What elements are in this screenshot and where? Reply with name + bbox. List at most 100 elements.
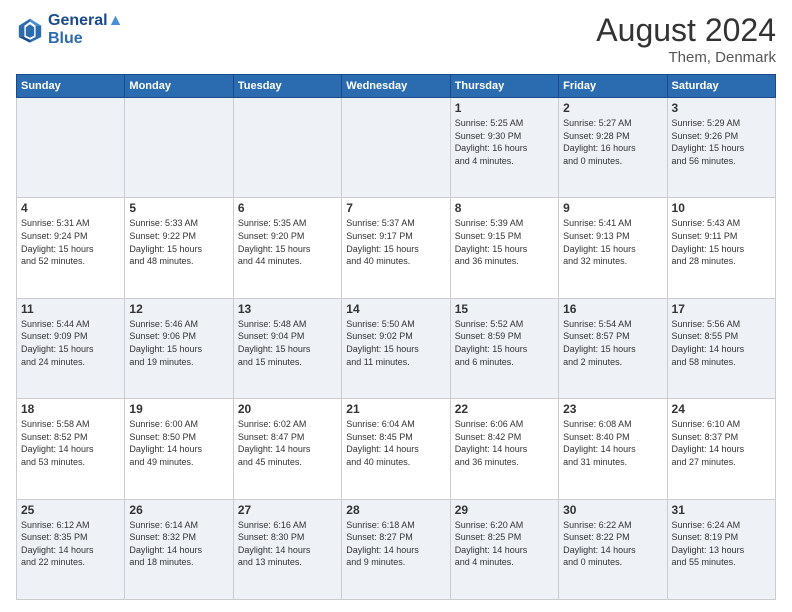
day-cell: 14Sunrise: 5:50 AM Sunset: 9:02 PM Dayli… — [342, 298, 450, 398]
day-cell: 20 Sunrise: 6:02 AM Sunset: 8:47 PM Dayli… — [233, 399, 341, 499]
day-number: 19 — [129, 402, 228, 416]
day-info: Sunrise: 5:54 AM Sunset: 8:57 PM Dayligh… — [563, 318, 662, 368]
day-info: Sunrise: 6:20 AM Sunset: 8:25 PM Dayligh… — [455, 519, 554, 569]
day-info: Sunrise: 6:12 AM Sunset: 8:35 PM Dayligh… — [21, 519, 120, 569]
day-cell: 12 Sunrise: 5:46 AM Sunset: 9:06 PM Dayli… — [125, 298, 233, 398]
header: General▲ Blue August 2024 Them, Denmark — [16, 12, 776, 66]
day-cell: 28Sunrise: 6:18 AM Sunset: 8:27 PM Dayli… — [342, 499, 450, 599]
day-number: 4 — [21, 201, 120, 215]
day-info: Sunrise: 5:58 AM Sunset: 8:52 PM Dayligh… — [21, 418, 120, 468]
day-number: 22 — [455, 402, 554, 416]
logo-text: General▲ Blue — [48, 12, 123, 47]
day-info: Sunrise: 5:44 AM Sunset: 9:09 PM Dayligh… — [21, 318, 120, 368]
day-info: Sunrise: 5:27 AM Sunset: 9:28 PM Dayligh… — [563, 117, 662, 167]
day-cell: 16Sunrise: 5:54 AM Sunset: 8:57 PM Dayli… — [559, 298, 667, 398]
day-info: Sunrise: 6:14 AM Sunset: 8:32 PM Dayligh… — [129, 519, 228, 569]
day-cell — [125, 98, 233, 198]
day-cell: 19 Sunrise: 6:00 AM Sunset: 8:50 PM Dayli… — [125, 399, 233, 499]
day-cell: 2 Sunrise: 5:27 AM Sunset: 9:28 PM Daylig… — [559, 98, 667, 198]
day-cell — [17, 98, 125, 198]
logo: General▲ Blue — [16, 12, 123, 47]
week-row-4: 25 Sunrise: 6:12 AM Sunset: 8:35 PM Dayli… — [17, 499, 776, 599]
day-number: 23 — [563, 402, 662, 416]
day-info: Sunrise: 6:02 AM Sunset: 8:47 PM Dayligh… — [238, 418, 337, 468]
location: Them, Denmark — [596, 49, 776, 66]
day-cell: 22 Sunrise: 6:06 AM Sunset: 8:42 PM Dayli… — [450, 399, 558, 499]
day-info: Sunrise: 6:16 AM Sunset: 8:30 PM Dayligh… — [238, 519, 337, 569]
day-cell: 1Sunrise: 5:25 AM Sunset: 9:30 PM Daylig… — [450, 98, 558, 198]
day-cell: 25 Sunrise: 6:12 AM Sunset: 8:35 PM Dayli… — [17, 499, 125, 599]
day-number: 31 — [672, 503, 771, 517]
day-cell: 17Sunrise: 5:56 AM Sunset: 8:55 PM Dayli… — [667, 298, 775, 398]
day-info: Sunrise: 6:06 AM Sunset: 8:42 PM Dayligh… — [455, 418, 554, 468]
day-header-tuesday: Tuesday — [233, 75, 341, 98]
day-cell: 30 Sunrise: 6:22 AM Sunset: 8:22 PM Dayli… — [559, 499, 667, 599]
day-number: 12 — [129, 302, 228, 316]
day-info: Sunrise: 6:18 AM Sunset: 8:27 PM Dayligh… — [346, 519, 445, 569]
day-info: Sunrise: 6:08 AM Sunset: 8:40 PM Dayligh… — [563, 418, 662, 468]
day-number: 2 — [563, 101, 662, 115]
day-cell: 27 Sunrise: 6:16 AM Sunset: 8:30 PM Dayli… — [233, 499, 341, 599]
day-cell — [342, 98, 450, 198]
day-number: 8 — [455, 201, 554, 215]
day-info: Sunrise: 5:31 AM Sunset: 9:24 PM Dayligh… — [21, 217, 120, 267]
day-info: Sunrise: 5:33 AM Sunset: 9:22 PM Dayligh… — [129, 217, 228, 267]
day-number: 29 — [455, 503, 554, 517]
day-number: 5 — [129, 201, 228, 215]
day-cell: 26 Sunrise: 6:14 AM Sunset: 8:32 PM Dayli… — [125, 499, 233, 599]
title-block: August 2024 Them, Denmark — [596, 12, 776, 66]
day-cell: 4 Sunrise: 5:31 AM Sunset: 9:24 PM Daylig… — [17, 198, 125, 298]
day-cell: 18 Sunrise: 5:58 AM Sunset: 8:52 PM Dayli… — [17, 399, 125, 499]
day-number: 18 — [21, 402, 120, 416]
day-info: Sunrise: 5:56 AM Sunset: 8:55 PM Dayligh… — [672, 318, 771, 368]
day-number: 11 — [21, 302, 120, 316]
day-cell: 15Sunrise: 5:52 AM Sunset: 8:59 PM Dayli… — [450, 298, 558, 398]
day-cell: 8 Sunrise: 5:39 AM Sunset: 9:15 PM Daylig… — [450, 198, 558, 298]
day-number: 15 — [455, 302, 554, 316]
day-number: 30 — [563, 503, 662, 517]
day-info: Sunrise: 5:46 AM Sunset: 9:06 PM Dayligh… — [129, 318, 228, 368]
day-info: Sunrise: 5:43 AM Sunset: 9:11 PM Dayligh… — [672, 217, 771, 267]
week-row-1: 4 Sunrise: 5:31 AM Sunset: 9:24 PM Daylig… — [17, 198, 776, 298]
day-number: 9 — [563, 201, 662, 215]
day-number: 25 — [21, 503, 120, 517]
day-cell: 31 Sunrise: 6:24 AM Sunset: 8:19 PM Dayli… — [667, 499, 775, 599]
day-cell: 24Sunrise: 6:10 AM Sunset: 8:37 PM Dayli… — [667, 399, 775, 499]
day-info: Sunrise: 6:10 AM Sunset: 8:37 PM Dayligh… — [672, 418, 771, 468]
day-cell: 5 Sunrise: 5:33 AM Sunset: 9:22 PM Daylig… — [125, 198, 233, 298]
calendar-table: SundayMondayTuesdayWednesdayThursdayFrid… — [16, 74, 776, 600]
day-cell: 11 Sunrise: 5:44 AM Sunset: 9:09 PM Dayli… — [17, 298, 125, 398]
day-cell: 23 Sunrise: 6:08 AM Sunset: 8:40 PM Dayli… — [559, 399, 667, 499]
day-number: 7 — [346, 201, 445, 215]
day-number: 6 — [238, 201, 337, 215]
week-row-2: 11 Sunrise: 5:44 AM Sunset: 9:09 PM Dayli… — [17, 298, 776, 398]
day-cell: 9Sunrise: 5:41 AM Sunset: 9:13 PM Daylig… — [559, 198, 667, 298]
day-cell — [233, 98, 341, 198]
day-info: Sunrise: 5:48 AM Sunset: 9:04 PM Dayligh… — [238, 318, 337, 368]
day-number: 20 — [238, 402, 337, 416]
day-header-friday: Friday — [559, 75, 667, 98]
day-number: 27 — [238, 503, 337, 517]
day-number: 1 — [455, 101, 554, 115]
day-info: Sunrise: 6:04 AM Sunset: 8:45 PM Dayligh… — [346, 418, 445, 468]
page: General▲ Blue August 2024 Them, Denmark … — [0, 0, 792, 612]
day-header-sunday: Sunday — [17, 75, 125, 98]
day-info: Sunrise: 6:22 AM Sunset: 8:22 PM Dayligh… — [563, 519, 662, 569]
day-number: 21 — [346, 402, 445, 416]
day-number: 26 — [129, 503, 228, 517]
month-year: August 2024 — [596, 12, 776, 49]
day-cell: 21 Sunrise: 6:04 AM Sunset: 8:45 PM Dayli… — [342, 399, 450, 499]
header-row: SundayMondayTuesdayWednesdayThursdayFrid… — [17, 75, 776, 98]
logo-icon — [16, 16, 44, 44]
day-info: Sunrise: 6:00 AM Sunset: 8:50 PM Dayligh… — [129, 418, 228, 468]
day-info: Sunrise: 5:39 AM Sunset: 9:15 PM Dayligh… — [455, 217, 554, 267]
day-number: 10 — [672, 201, 771, 215]
day-number: 3 — [672, 101, 771, 115]
day-cell: 6Sunrise: 5:35 AM Sunset: 9:20 PM Daylig… — [233, 198, 341, 298]
day-info: Sunrise: 6:24 AM Sunset: 8:19 PM Dayligh… — [672, 519, 771, 569]
day-header-thursday: Thursday — [450, 75, 558, 98]
day-cell: 7Sunrise: 5:37 AM Sunset: 9:17 PM Daylig… — [342, 198, 450, 298]
day-header-monday: Monday — [125, 75, 233, 98]
day-header-wednesday: Wednesday — [342, 75, 450, 98]
day-info: Sunrise: 5:29 AM Sunset: 9:26 PM Dayligh… — [672, 117, 771, 167]
